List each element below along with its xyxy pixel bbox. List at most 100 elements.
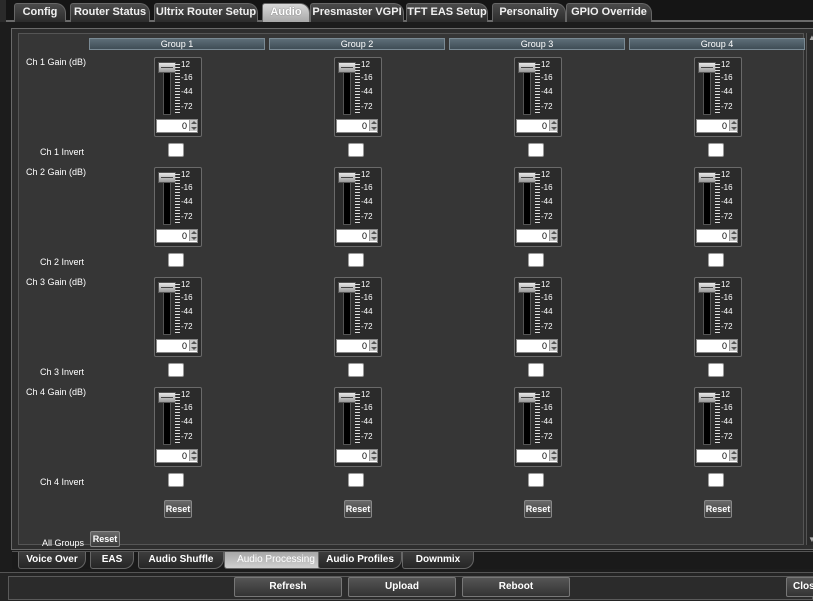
tab-presmaster-vgpi[interactable]: Presmaster VGPI xyxy=(310,3,404,22)
ch3-invert-checkbox-group4[interactable] xyxy=(708,363,724,377)
spinner-icon[interactable] xyxy=(369,230,377,241)
fader-ticks xyxy=(715,284,720,334)
group-header-2: Group 2 xyxy=(269,38,445,50)
tab-ultrix-router-setup[interactable]: Ultrix Router Setup xyxy=(154,3,258,22)
subtab-downmix[interactable]: Downmix xyxy=(402,552,474,569)
ch4-invert-checkbox-group3[interactable] xyxy=(528,473,544,487)
ch1-invert-checkbox-group1[interactable] xyxy=(168,143,184,157)
all-groups-reset-button[interactable]: Reset xyxy=(90,531,120,547)
spinner-icon[interactable] xyxy=(549,230,557,241)
fader-knob[interactable] xyxy=(338,172,356,183)
fader-knob[interactable] xyxy=(158,392,176,403)
fader-knob[interactable] xyxy=(338,282,356,293)
subtab-eas[interactable]: EAS xyxy=(90,552,134,569)
ch1-invert-checkbox-group2[interactable] xyxy=(348,143,364,157)
spinner-icon[interactable] xyxy=(189,230,197,241)
spinner-icon[interactable] xyxy=(189,340,197,351)
spinner-icon[interactable] xyxy=(189,450,197,461)
gain-fader-ch3-group2: 12 -16 -44 -72 0 xyxy=(334,277,382,357)
spinner-icon[interactable] xyxy=(549,450,557,461)
fader-knob[interactable] xyxy=(158,282,176,293)
spinner-icon[interactable] xyxy=(369,120,377,131)
fader-scale-label: 12 xyxy=(361,390,370,399)
tab-personality[interactable]: Personality xyxy=(492,3,566,22)
fader-knob[interactable] xyxy=(158,62,176,73)
vertical-scrollbar[interactable]: ▲ ▼ xyxy=(806,33,813,545)
ch3-invert-checkbox-group1[interactable] xyxy=(168,363,184,377)
gain-fader-ch1-group1: 12 -16 -44 -72 0 xyxy=(154,57,202,137)
tab-config[interactable]: Config xyxy=(14,3,66,22)
fader-scale-label: -72 xyxy=(721,102,733,111)
fader-scale-label: -16 xyxy=(541,403,553,412)
ch4-invert-checkbox-group4[interactable] xyxy=(708,473,724,487)
fader-ticks xyxy=(175,394,180,444)
fader-knob[interactable] xyxy=(518,282,536,293)
gain-fader-ch2-group1: 12 -16 -44 -72 0 xyxy=(154,167,202,247)
spinner-icon[interactable] xyxy=(729,340,737,351)
fader-scale-label: 12 xyxy=(541,390,550,399)
fader-scale-label: -16 xyxy=(541,73,553,82)
fader-ticks xyxy=(535,174,540,224)
scroll-up-icon[interactable]: ▲ xyxy=(808,34,813,42)
fader-scale-label: 12 xyxy=(361,280,370,289)
close-button[interactable]: Close xyxy=(786,577,813,597)
tab-gpio-override[interactable]: GPIO Override xyxy=(566,3,652,22)
spinner-icon[interactable] xyxy=(549,340,557,351)
ch4-invert-label: Ch 4 Invert xyxy=(39,477,84,487)
reset-button-group2[interactable]: Reset xyxy=(344,500,372,518)
ch2-invert-checkbox-group1[interactable] xyxy=(168,253,184,267)
subtab-audio-profiles[interactable]: Audio Profiles xyxy=(318,552,402,569)
subtab-voice-over[interactable]: Voice Over xyxy=(18,552,86,569)
spinner-icon[interactable] xyxy=(549,120,557,131)
fader-knob[interactable] xyxy=(698,62,716,73)
fader-scale-label: -44 xyxy=(181,197,193,206)
fader-knob[interactable] xyxy=(158,172,176,183)
ch1-invert-checkbox-group3[interactable] xyxy=(528,143,544,157)
upload-button[interactable]: Upload xyxy=(348,577,456,597)
ch3-invert-checkbox-group2[interactable] xyxy=(348,363,364,377)
tab-tft-eas-setup[interactable]: TFT EAS Setup xyxy=(406,3,488,22)
ch2-invert-checkbox-group3[interactable] xyxy=(528,253,544,267)
gain-fader-ch4-group2: 12 -16 -44 -72 0 xyxy=(334,387,382,467)
fader-knob[interactable] xyxy=(518,392,536,403)
reset-button-group1[interactable]: Reset xyxy=(164,500,192,518)
scroll-down-icon[interactable]: ▼ xyxy=(808,536,813,544)
refresh-button[interactable]: Refresh xyxy=(234,577,342,597)
ch1-invert-checkbox-group4[interactable] xyxy=(708,143,724,157)
fader-scale-label: -44 xyxy=(541,417,553,426)
tab-audio[interactable]: Audio xyxy=(262,3,310,22)
ch3-invert-checkbox-group3[interactable] xyxy=(528,363,544,377)
fader-ticks xyxy=(175,174,180,224)
fader-knob[interactable] xyxy=(518,172,536,183)
fader-scale-label: -72 xyxy=(361,322,373,331)
subtab-audio-processing[interactable]: Audio Processing xyxy=(224,552,328,569)
ch2-invert-checkbox-group2[interactable] xyxy=(348,253,364,267)
fader-knob[interactable] xyxy=(698,392,716,403)
tab-router-status[interactable]: Router Status xyxy=(70,3,150,22)
spinner-icon[interactable] xyxy=(189,120,197,131)
spinner-icon[interactable] xyxy=(369,340,377,351)
fader-knob[interactable] xyxy=(338,392,356,403)
fader-knob[interactable] xyxy=(338,62,356,73)
group-header-4: Group 4 xyxy=(629,38,805,50)
fader-knob[interactable] xyxy=(698,282,716,293)
subtab-audio-shuffle[interactable]: Audio Shuffle xyxy=(138,552,224,569)
reset-button-group3[interactable]: Reset xyxy=(524,500,552,518)
ch4-invert-checkbox-group2[interactable] xyxy=(348,473,364,487)
fader-scale-label: -16 xyxy=(721,73,733,82)
spinner-icon[interactable] xyxy=(729,450,737,461)
spinner-icon[interactable] xyxy=(729,230,737,241)
fader-scale-label: -16 xyxy=(181,183,193,192)
spinner-icon[interactable] xyxy=(729,120,737,131)
reboot-button[interactable]: Reboot xyxy=(462,577,570,597)
ch2-invert-checkbox-group4[interactable] xyxy=(708,253,724,267)
fader-scale-label: -72 xyxy=(541,322,553,331)
fader-knob[interactable] xyxy=(518,62,536,73)
reset-button-group4[interactable]: Reset xyxy=(704,500,732,518)
ch4-invert-checkbox-group1[interactable] xyxy=(168,473,184,487)
fader-scale-label: -16 xyxy=(181,403,193,412)
fader-knob[interactable] xyxy=(698,172,716,183)
spinner-icon[interactable] xyxy=(369,450,377,461)
fader-scale-label: -44 xyxy=(181,87,193,96)
fader-scale-label: 12 xyxy=(181,390,190,399)
